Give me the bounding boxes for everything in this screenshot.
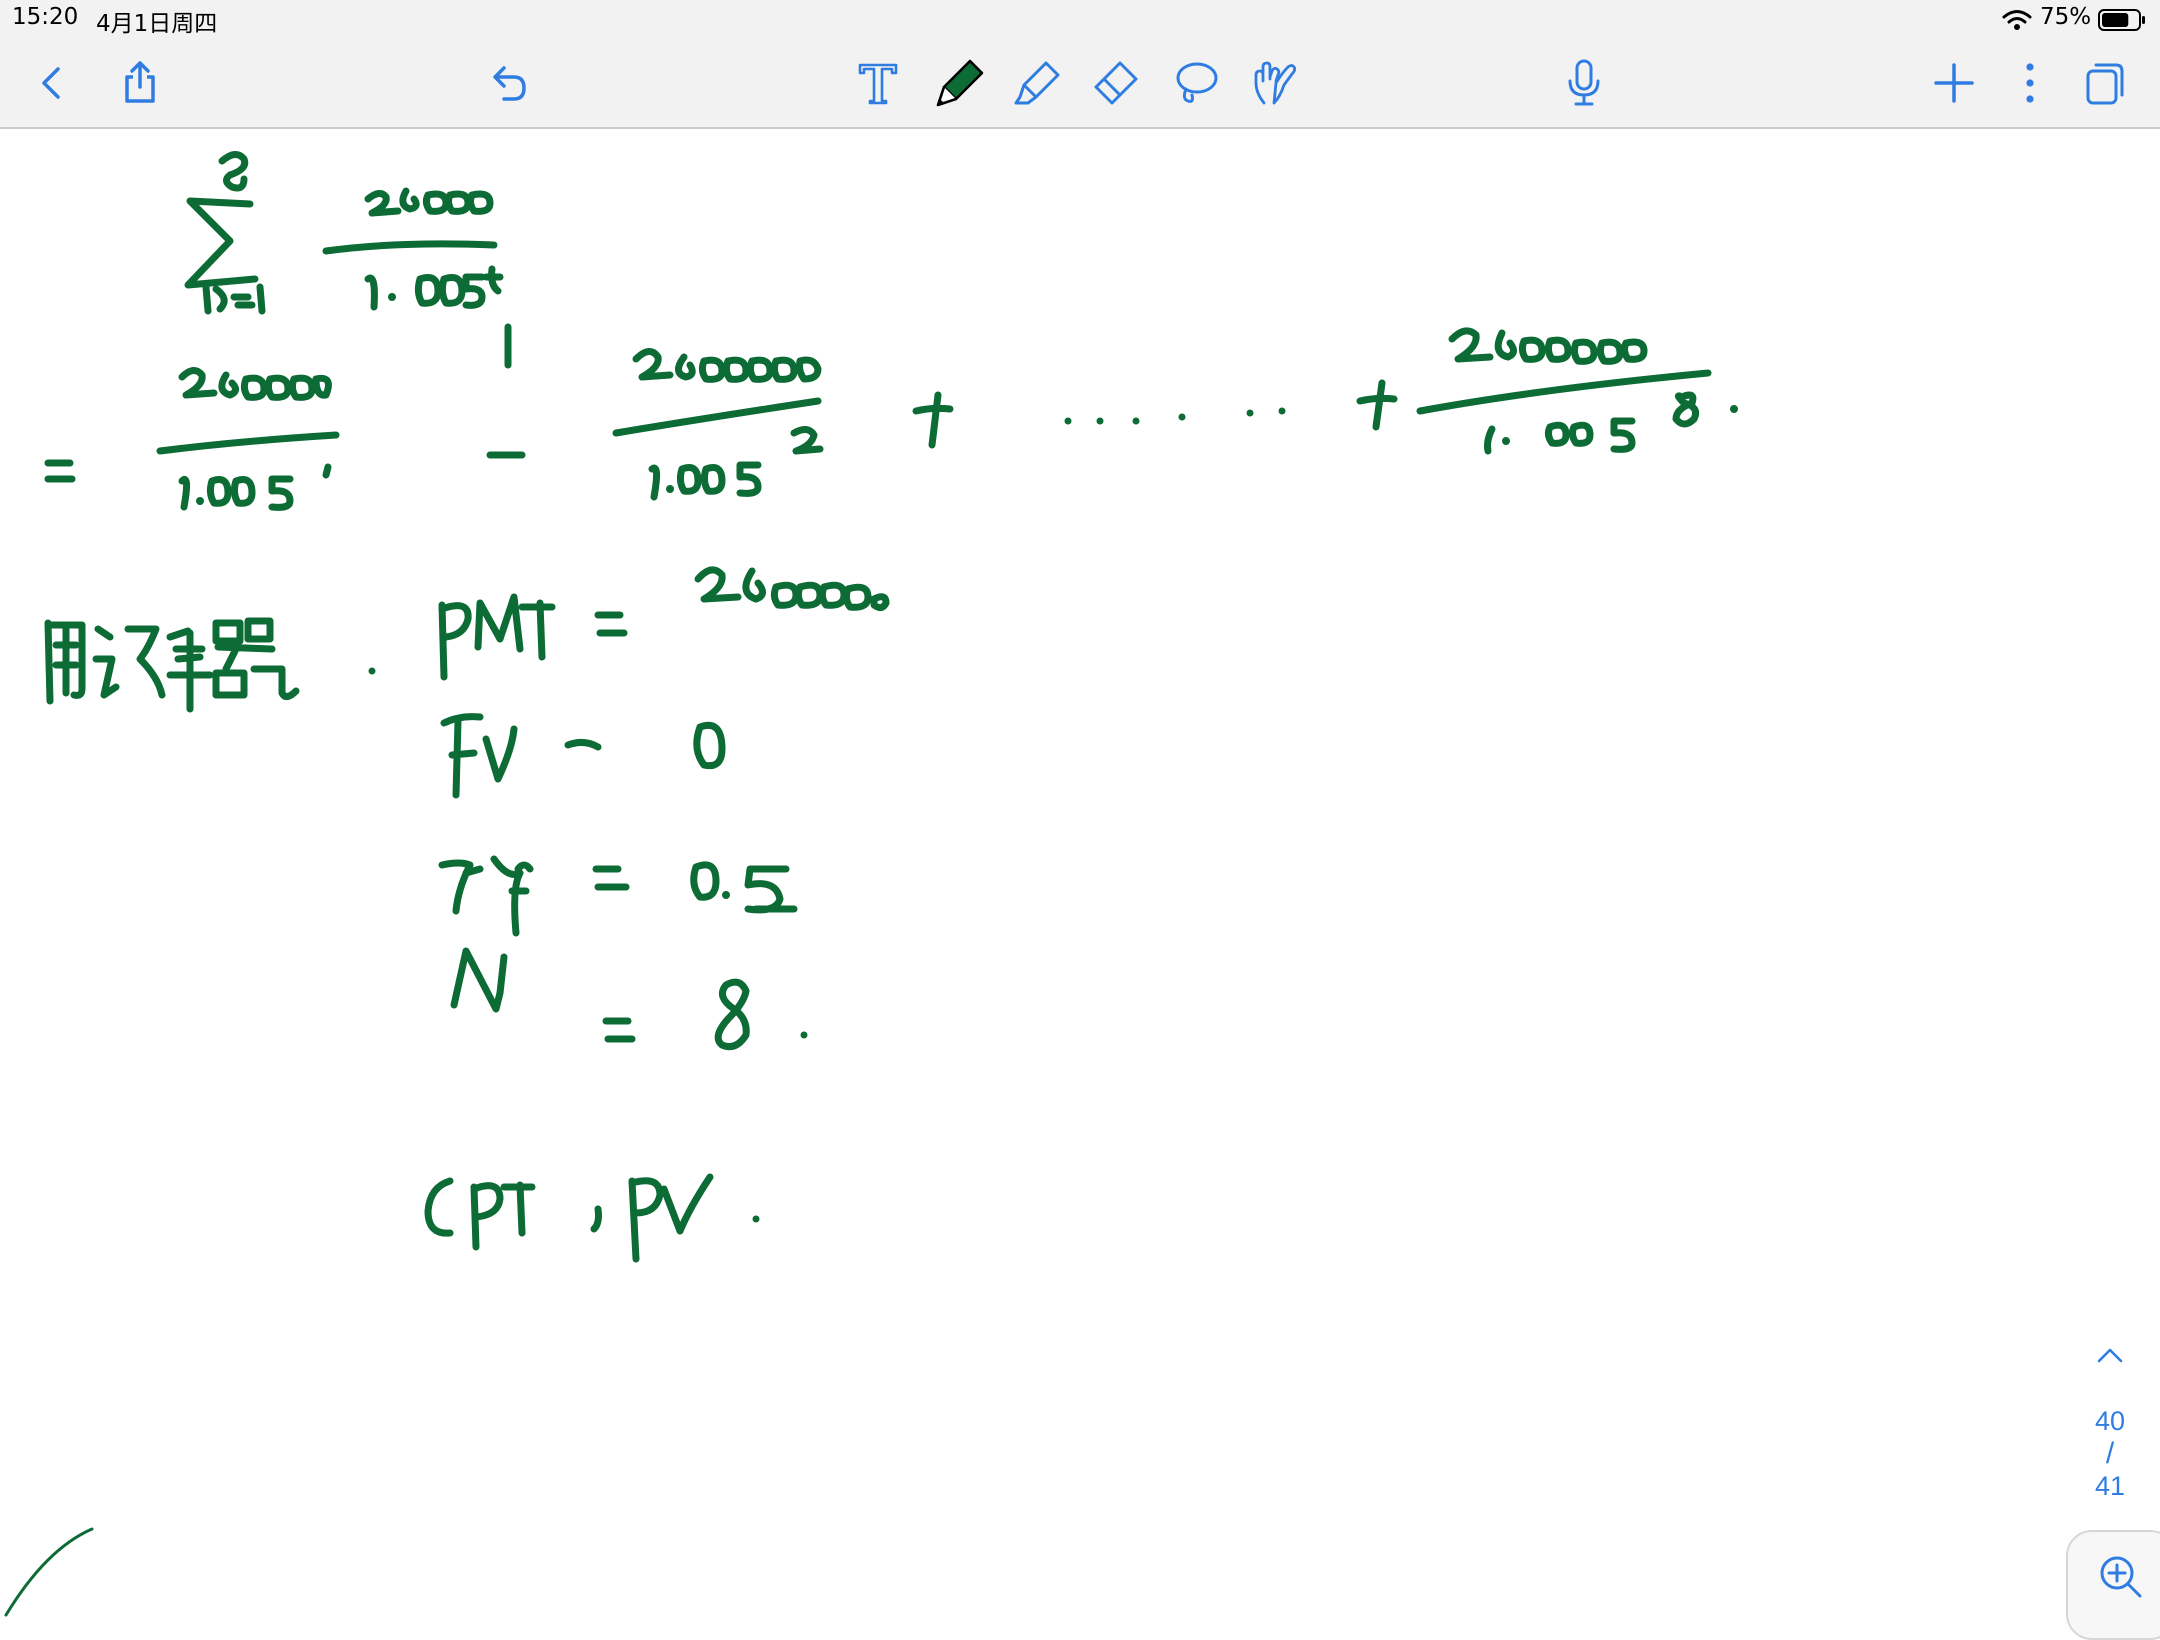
status-date: 4月1日周四 <box>96 11 218 37</box>
highlighter-tool-icon <box>1014 61 1060 105</box>
back-chevron-icon <box>42 67 60 99</box>
toolbar <box>0 40 2160 129</box>
note-canvas[interactable]: 40 / 41 <box>0 129 2160 1620</box>
microphone-button[interactable] <box>1554 53 1614 113</box>
highlighter-tool-button[interactable] <box>1008 53 1068 113</box>
ink-calculator-label <box>44 617 376 713</box>
pen-tool-icon <box>936 59 984 107</box>
battery-icon <box>2098 9 2145 31</box>
add-page-button[interactable] <box>1924 53 1984 113</box>
pen-tool-button[interactable] <box>930 53 990 113</box>
ink-n-line <box>450 947 808 1051</box>
undo-icon <box>493 66 526 101</box>
current-page-number: 40 <box>2094 1406 2126 1436</box>
zoom-button[interactable] <box>2066 1530 2160 1640</box>
ink-fv-line <box>440 713 726 799</box>
status-bar: 15:20 4月1日周四 75% <box>0 0 2160 40</box>
ink-iy-line <box>438 855 798 937</box>
total-page-number: 41 <box>2094 1471 2126 1501</box>
microphone-icon <box>1568 59 1600 106</box>
eraser-tool-icon <box>1094 61 1138 105</box>
handwriting-layer <box>4 151 1738 1617</box>
hand-tool-icon <box>1254 61 1297 105</box>
ink-cpt-line <box>424 1173 760 1263</box>
status-time: 15:20 <box>12 4 79 30</box>
hand-tool-button[interactable] <box>1244 53 1304 113</box>
eraser-tool-button[interactable] <box>1086 53 1146 113</box>
text-tool-icon <box>858 63 898 105</box>
page-up-icon[interactable] <box>2093 1339 2127 1373</box>
lasso-tool-button[interactable] <box>1166 53 1226 113</box>
page-separator: / <box>2105 1437 2115 1470</box>
more-icon <box>2026 63 2034 103</box>
share-icon <box>125 61 155 103</box>
ink-expansion <box>44 323 1738 511</box>
ink-summation <box>184 151 504 315</box>
ink-stray-stroke <box>4 1527 94 1617</box>
zoom-in-icon <box>2100 1556 2142 1598</box>
undo-button[interactable] <box>478 53 538 113</box>
ink-pmt-line <box>438 566 890 681</box>
share-button[interactable] <box>110 53 170 113</box>
more-button[interactable] <box>2000 53 2060 113</box>
pages-button[interactable] <box>2074 53 2134 113</box>
lasso-tool-icon <box>1176 62 1218 103</box>
add-icon <box>1934 63 1974 103</box>
back-button[interactable] <box>22 53 82 113</box>
pages-icon <box>2086 63 2124 105</box>
battery-percent: 75% <box>2040 4 2092 30</box>
wifi-icon <box>2002 10 2032 30</box>
text-tool-button[interactable] <box>848 53 908 113</box>
